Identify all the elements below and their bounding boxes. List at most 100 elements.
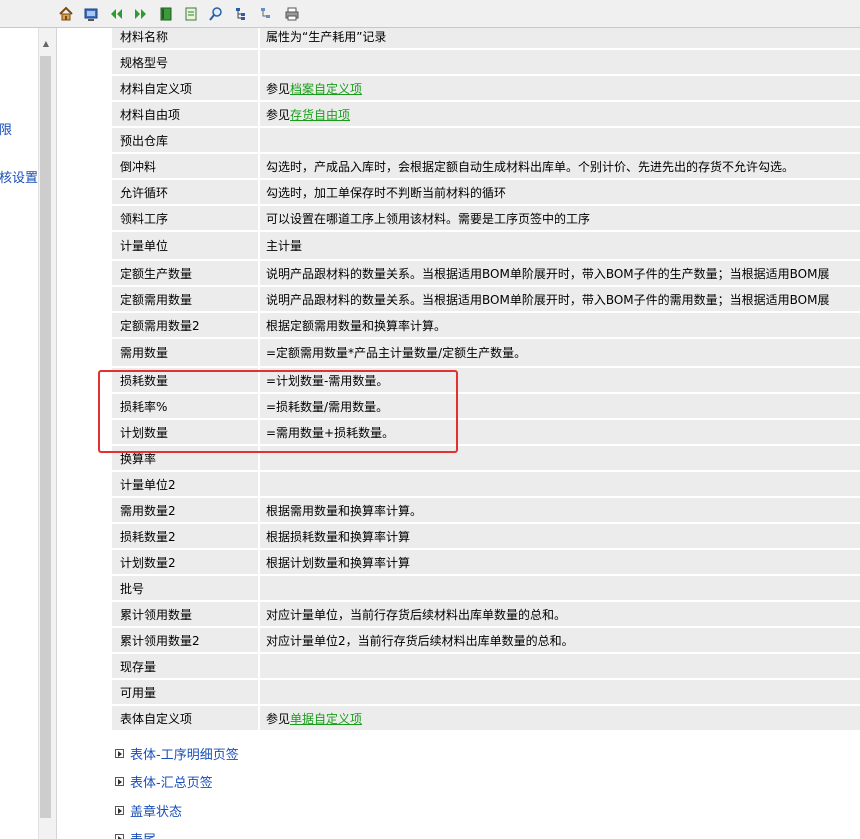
field-name: 计划数量2 [112, 550, 258, 574]
reference-link[interactable]: 单据自定义项 [290, 712, 362, 726]
forward-icon[interactable] [132, 5, 150, 23]
table-row: 计量单位2 [112, 472, 860, 496]
table-row: 计量单位 主计量 [112, 232, 860, 259]
table-row: 材料名称 属性为“生产耗用”记录 [112, 28, 860, 48]
field-description: 主计量 [258, 232, 860, 259]
field-description [258, 576, 860, 600]
field-name: 规格型号 [112, 50, 258, 74]
table-row: 领料工序 可以设置在哪道工序上领用该材料。需要是工序页签中的工序 [112, 206, 860, 230]
field-description: 属性为“生产耗用”记录 [258, 28, 860, 48]
field-description: =需用数量+损耗数量。 [258, 420, 860, 444]
section-label: 盖章状态 [130, 804, 183, 820]
table-row: 需用数量2 根据需用数量和换算率计算。 [112, 498, 860, 522]
field-description: 根据损耗数量和换算率计算 [258, 524, 860, 548]
table-row: 预出仓库 [112, 128, 860, 152]
table-row: 倒冲料 勾选时，产成品入库时，会根据定额自动生成材料出库单。个别计价、先进先出的存… [112, 154, 860, 178]
nav-item-fragment[interactable]: 核设置 [0, 167, 38, 186]
book-icon[interactable] [157, 5, 175, 23]
table-row: 损耗数量2 根据损耗数量和换算率计算 [112, 524, 860, 548]
section-link[interactable]: 表尾 [115, 829, 156, 839]
home-icon[interactable] [57, 5, 75, 23]
navigation-pane: 限 核设置 [0, 28, 38, 839]
table-row: 可用量 [112, 680, 860, 704]
table-row: 规格型号 [112, 50, 860, 74]
scroll-up-arrow-icon[interactable]: ▲ [40, 38, 52, 50]
field-name: 定额生产数量 [112, 261, 258, 285]
field-description: =定额需用数量*产品主计量数量/定额生产数量。 [258, 339, 860, 366]
field-description [258, 128, 860, 152]
field-description: 参见档案自定义项 [258, 76, 860, 100]
field-description: 根据需用数量和换算率计算。 [258, 498, 860, 522]
field-name: 累计领用数量 [112, 602, 258, 626]
section-link[interactable]: 表体-汇总页签 [115, 772, 213, 791]
page-icon[interactable] [182, 5, 200, 23]
description-prefix: 参见 [266, 711, 291, 726]
field-name: 定额需用数量2 [112, 313, 258, 337]
field-description [258, 472, 860, 496]
toolbar [0, 0, 860, 28]
table-row: 计划数量2 根据计划数量和换算率计算 [112, 550, 860, 574]
table-row: 换算率 [112, 446, 860, 470]
search-icon[interactable] [207, 5, 225, 23]
field-description [258, 446, 860, 470]
section-link[interactable]: 表体-工序明细页签 [115, 744, 239, 763]
field-name: 材料自定义项 [112, 76, 258, 100]
table-row: 现存量 [112, 654, 860, 678]
field-name: 可用量 [112, 680, 258, 704]
field-description [258, 680, 860, 704]
table-row: 累计领用数量2 对应计量单位2，当前行存货后续材料出库单数量的总和。 [112, 628, 860, 652]
expand-arrow-icon[interactable] [115, 805, 124, 815]
table-row: 批号 [112, 576, 860, 600]
table-row: 定额生产数量 说明产品跟材料的数量关系。当根据适用BOM单阶展开时，带入BOM子件… [112, 261, 860, 285]
field-description: 勾选时，加工单保存时不判断当前材料的循环 [258, 180, 860, 204]
field-description: 对应计量单位2，当前行存货后续材料出库单数量的总和。 [258, 628, 860, 652]
contents-icon[interactable] [82, 5, 100, 23]
description-prefix: 参见 [266, 81, 291, 96]
table-row: 定额需用数量2 根据定额需用数量和换算率计算。 [112, 313, 860, 337]
field-name: 损耗数量2 [112, 524, 258, 548]
field-name: 计划数量 [112, 420, 258, 444]
field-description-table: 材料名称 属性为“生产耗用”记录 规格型号 材料自定义项 参见档案自定义项 材料自由项 参见… [112, 28, 860, 732]
table-row: 计划数量 =需用数量+损耗数量。 [112, 420, 860, 444]
reference-link[interactable]: 存货自由项 [290, 108, 350, 122]
field-description: 可以设置在哪道工序上领用该材料。需要是工序页签中的工序 [258, 206, 860, 230]
field-name: 定额需用数量 [112, 287, 258, 311]
field-name: 允许循环 [112, 180, 258, 204]
field-name: 需用数量2 [112, 498, 258, 522]
section-label: 表体-工序明细页签 [130, 747, 239, 763]
table-row: 需用数量 =定额需用数量*产品主计量数量/定额生产数量。 [112, 339, 860, 366]
tree-collapse-icon[interactable] [257, 5, 275, 23]
expand-arrow-icon[interactable] [115, 776, 124, 786]
tree-icon[interactable] [232, 5, 250, 23]
nav-item-fragment[interactable]: 限 [0, 119, 12, 138]
field-name: 预出仓库 [112, 128, 258, 152]
field-description: 根据计划数量和换算率计算 [258, 550, 860, 574]
expand-arrow-icon[interactable] [115, 748, 124, 758]
field-description: =计划数量-需用数量。 [258, 368, 860, 392]
expand-arrow-icon[interactable] [115, 833, 124, 839]
table-row: 损耗数量 =计划数量-需用数量。 [112, 368, 860, 392]
table-row: 定额需用数量 说明产品跟材料的数量关系。当根据适用BOM单阶展开时，带入BOM子件… [112, 287, 860, 311]
field-description: 根据定额需用数量和换算率计算。 [258, 313, 860, 337]
field-description: =损耗数量/需用数量。 [258, 394, 860, 418]
field-name: 表体自定义项 [112, 706, 258, 730]
field-name: 领料工序 [112, 206, 258, 230]
table-row: 允许循环 勾选时，加工单保存时不判断当前材料的循环 [112, 180, 860, 204]
field-name: 损耗数量 [112, 368, 258, 392]
section-label: 表尾 [130, 829, 156, 839]
table-row: 损耗率% =损耗数量/需用数量。 [112, 394, 860, 418]
field-name: 需用数量 [112, 339, 258, 366]
field-description: 对应计量单位，当前行存货后续材料出库单数量的总和。 [258, 602, 860, 626]
field-name: 损耗率% [112, 394, 258, 418]
section-link[interactable]: 盖章状态 [115, 801, 183, 820]
field-description: 参见单据自定义项 [258, 706, 860, 730]
navigation-scrollbar[interactable]: ▲ [38, 28, 53, 839]
back-icon[interactable] [107, 5, 125, 23]
field-name: 倒冲料 [112, 154, 258, 178]
reference-link[interactable]: 档案自定义项 [290, 82, 362, 96]
scrollbar-thumb[interactable] [40, 56, 51, 818]
table-row: 材料自定义项 参见档案自定义项 [112, 76, 860, 100]
field-description [258, 50, 860, 74]
print-icon[interactable] [283, 5, 301, 23]
field-name: 材料名称 [112, 28, 258, 48]
